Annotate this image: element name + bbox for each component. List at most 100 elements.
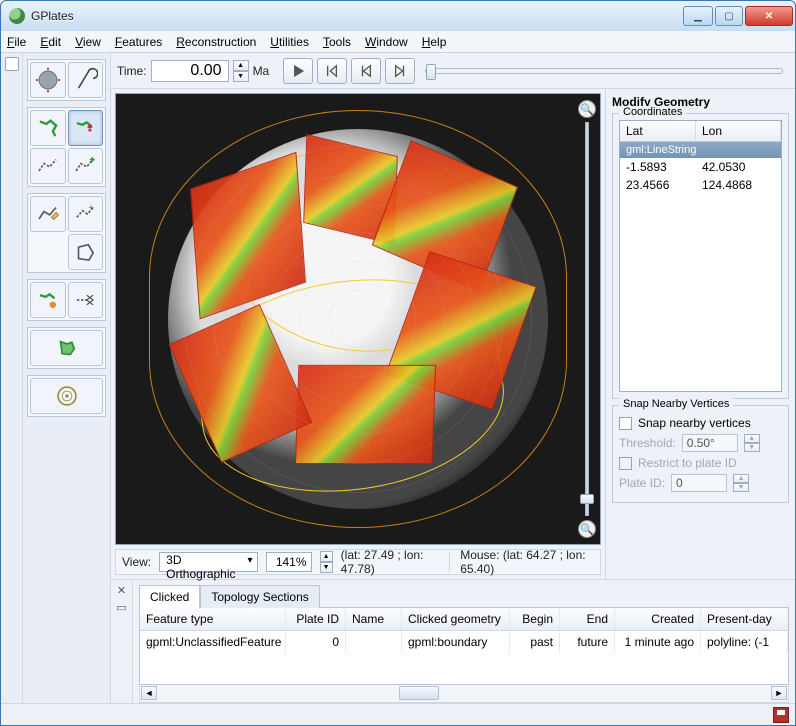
tool-drag-globe[interactable] bbox=[30, 62, 66, 98]
zoom-spinner[interactable]: ▲▼ bbox=[320, 551, 333, 573]
restrict-label: Restrict to plate ID bbox=[638, 456, 737, 470]
coords-legend: Coordinates bbox=[619, 106, 686, 118]
tool-render-settings[interactable] bbox=[30, 378, 103, 414]
time-input[interactable] bbox=[151, 60, 229, 82]
menu-utilities[interactable]: Utilities bbox=[270, 35, 309, 49]
statusbar bbox=[1, 703, 795, 725]
maximize-button[interactable] bbox=[715, 6, 743, 26]
menu-features[interactable]: Features bbox=[115, 35, 162, 49]
tool-build-topology[interactable] bbox=[30, 330, 103, 366]
tool-move-vertex[interactable] bbox=[68, 110, 104, 146]
reset-button[interactable] bbox=[317, 58, 347, 84]
tool-split-feature[interactable] bbox=[68, 282, 104, 318]
step-back-button[interactable] bbox=[351, 58, 381, 84]
view-label: View: bbox=[122, 555, 151, 569]
geometry-type: gml:LineString bbox=[620, 142, 781, 158]
threshold-input[interactable] bbox=[682, 434, 738, 452]
coordinates-table[interactable]: Lat Lon gml:LineString -1.589342.0530 23… bbox=[619, 120, 782, 392]
feature-scrollbar[interactable]: ◄ ► bbox=[139, 685, 789, 703]
window-title: GPlates bbox=[31, 9, 683, 23]
tool-insert-vertex[interactable]: + bbox=[68, 196, 104, 232]
tool-edit-geometry[interactable] bbox=[30, 196, 66, 232]
tab-clicked[interactable]: Clicked bbox=[139, 585, 200, 608]
menu-help[interactable]: Help bbox=[422, 35, 447, 49]
close-button[interactable] bbox=[745, 6, 793, 26]
save-icon[interactable] bbox=[773, 707, 789, 723]
view-status-bar: View: 3D Orthographic ▲▼ (lat: 27.49 ; l… bbox=[115, 549, 601, 575]
svg-text:+: + bbox=[89, 203, 95, 214]
slider-thumb[interactable] bbox=[426, 64, 436, 80]
time-controls: Time: ▲▼ Ma bbox=[111, 53, 795, 89]
left-mini-rail bbox=[1, 53, 23, 703]
threshold-label: Threshold: bbox=[619, 436, 676, 450]
col-created[interactable]: Created bbox=[615, 608, 701, 630]
titlebar[interactable]: GPlates bbox=[1, 1, 795, 31]
tool-add-vertex[interactable] bbox=[68, 148, 104, 184]
col-present-day[interactable]: Present-day bbox=[701, 608, 788, 630]
time-spinner[interactable]: ▲▼ bbox=[233, 60, 249, 82]
feature-row[interactable]: gpml:UnclassifiedFeature 0 gpml:boundary… bbox=[140, 631, 788, 653]
coord-row[interactable]: 23.4566124.4868 bbox=[620, 176, 781, 194]
scroll-right[interactable]: ► bbox=[771, 686, 787, 700]
app-icon bbox=[9, 8, 25, 24]
tool-digitise-polygon[interactable] bbox=[68, 234, 104, 270]
col-feature-type[interactable]: Feature type bbox=[140, 608, 286, 630]
time-label: Time: bbox=[117, 64, 147, 78]
plateid-spinner[interactable]: ▲▼ bbox=[733, 474, 749, 492]
col-lat[interactable]: Lat bbox=[620, 121, 696, 141]
projection-combo[interactable]: 3D Orthographic bbox=[159, 552, 257, 572]
toolbox: + bbox=[23, 53, 111, 703]
snap-group: Snap Nearby Vertices Snap nearby vertice… bbox=[612, 405, 789, 503]
menu-window[interactable]: Window bbox=[365, 35, 408, 49]
col-end[interactable]: End bbox=[560, 608, 615, 630]
cursor-coords: (lat: 27.49 ; lon: 47.78) bbox=[341, 548, 440, 576]
time-slider[interactable] bbox=[425, 68, 783, 74]
menu-reconstruction[interactable]: Reconstruction bbox=[176, 35, 256, 49]
close-panel-button[interactable]: ✕ bbox=[117, 584, 126, 597]
step-forward-button[interactable] bbox=[385, 58, 415, 84]
tool-digitise-polyline[interactable] bbox=[30, 148, 66, 184]
menubar: File Edit View Features Reconstruction U… bbox=[1, 31, 795, 53]
snap-label: Snap nearby vertices bbox=[638, 416, 751, 430]
tool-modify-reconstruction-pole[interactable] bbox=[30, 282, 66, 318]
mouse-coords: Mouse: (lat: 64.27 ; lon: 65.40) bbox=[460, 548, 594, 576]
zoom-in-button[interactable]: 🔍 bbox=[578, 100, 596, 118]
feature-panel: ✕ ▭ Clicked Topology Sections Feature ty… bbox=[111, 579, 795, 703]
restrict-checkbox[interactable] bbox=[619, 457, 632, 470]
zoom-input[interactable] bbox=[266, 552, 312, 572]
dock-panel-button[interactable]: ▭ bbox=[116, 601, 126, 614]
plateid-label: Plate ID: bbox=[619, 476, 665, 490]
col-name[interactable]: Name bbox=[346, 608, 402, 630]
plateid-input[interactable] bbox=[671, 474, 727, 492]
globe-canvas[interactable]: 🔍 🔍 bbox=[115, 93, 601, 545]
globe[interactable] bbox=[168, 129, 548, 509]
menu-edit[interactable]: Edit bbox=[40, 35, 61, 49]
tab-topology-sections[interactable]: Topology Sections bbox=[200, 585, 319, 608]
col-clicked-geometry[interactable]: Clicked geometry bbox=[402, 608, 510, 630]
scroll-left[interactable]: ◄ bbox=[141, 686, 157, 700]
col-begin[interactable]: Begin bbox=[510, 608, 560, 630]
threshold-spinner[interactable]: ▲▼ bbox=[744, 434, 760, 452]
menu-view[interactable]: View bbox=[75, 35, 101, 49]
snap-checkbox[interactable] bbox=[619, 417, 632, 430]
coordinates-group: Coordinates Lat Lon gml:LineString -1.58… bbox=[612, 113, 789, 399]
menu-tools[interactable]: Tools bbox=[323, 35, 351, 49]
menu-file[interactable]: File bbox=[7, 35, 26, 49]
zoom-out-button[interactable]: 🔍 bbox=[578, 520, 596, 538]
tool-measure[interactable] bbox=[68, 62, 104, 98]
col-lon[interactable]: Lon bbox=[696, 121, 781, 141]
col-plate-id[interactable]: Plate ID bbox=[286, 608, 346, 630]
scroll-thumb[interactable] bbox=[399, 686, 439, 700]
rail-button[interactable] bbox=[5, 57, 19, 71]
coord-row[interactable]: -1.589342.0530 bbox=[620, 158, 781, 176]
app-window: GPlates File Edit View Features Reconstr… bbox=[0, 0, 796, 726]
modify-geometry-panel: Modify Geometry Coordinates Lat Lon gml:… bbox=[605, 89, 795, 579]
tool-select-feature[interactable] bbox=[30, 110, 66, 146]
feature-table[interactable]: Feature type Plate ID Name Clicked geome… bbox=[139, 607, 789, 685]
snap-legend: Snap Nearby Vertices bbox=[619, 398, 733, 410]
time-unit: Ma bbox=[253, 64, 270, 78]
zoom-thumb[interactable] bbox=[580, 494, 594, 504]
minimize-button[interactable] bbox=[683, 6, 713, 26]
play-button[interactable] bbox=[283, 58, 313, 84]
zoom-slider[interactable] bbox=[585, 122, 589, 516]
